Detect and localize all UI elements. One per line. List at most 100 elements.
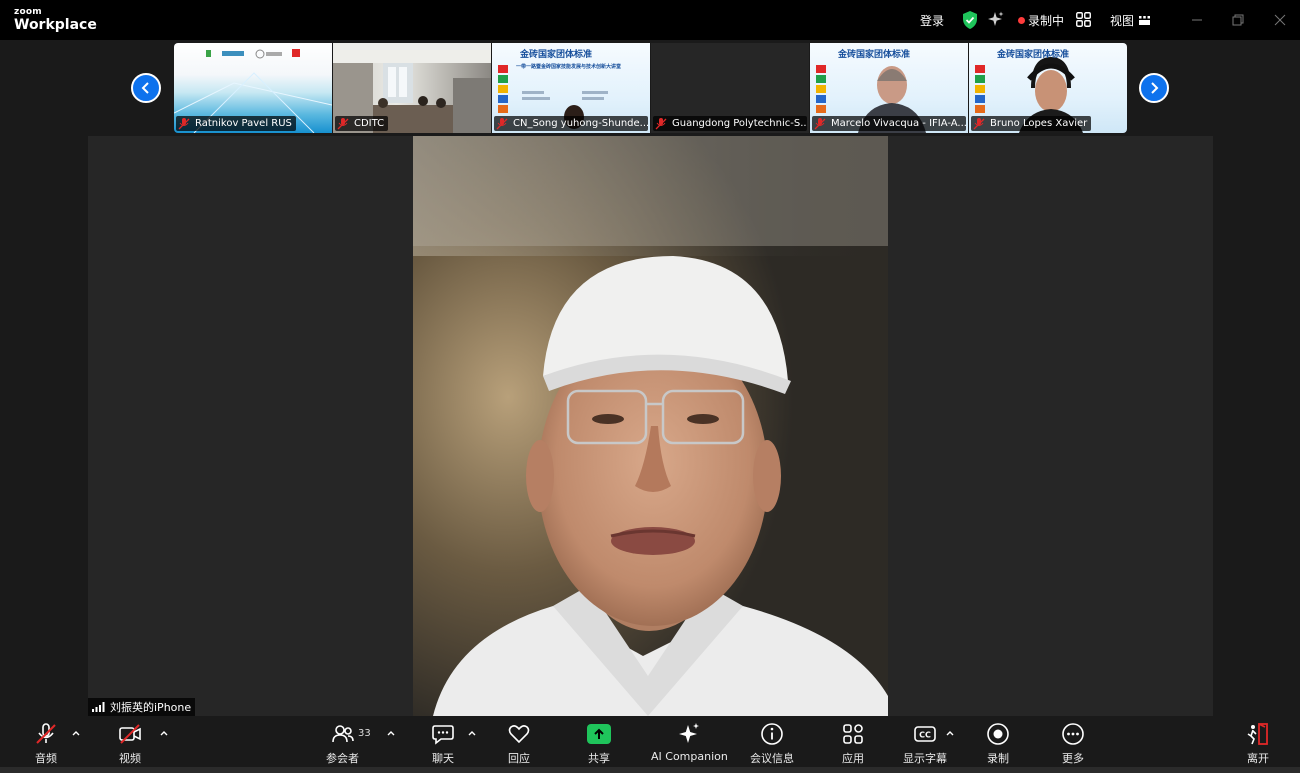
- slide-title: 金砖国家团体标准: [838, 50, 911, 60]
- view-menu-button[interactable]: 视图: [1110, 0, 1151, 40]
- minimize-icon[interactable]: [1187, 10, 1207, 30]
- signal-strength-icon: [92, 702, 105, 712]
- audio-options-chevron-icon[interactable]: [71, 728, 81, 738]
- view-grid-icon: [1139, 15, 1151, 25]
- chat-icon: [432, 725, 454, 745]
- participant-tile[interactable]: CDITC: [333, 43, 491, 133]
- close-icon[interactable]: [1270, 10, 1290, 30]
- gallery-layout-icon[interactable]: [1076, 12, 1091, 27]
- record-icon: [987, 723, 1009, 745]
- participants-label: 参会者: [326, 752, 359, 765]
- participant-name: Ratnikov Pavel RUS: [195, 118, 292, 129]
- chat-options-chevron-icon[interactable]: [467, 728, 477, 738]
- brand-workplace: Workplace: [14, 17, 97, 33]
- muted-mic-icon: [178, 117, 190, 129]
- participant-tile[interactable]: Guangdong Polytechnic-S...: [651, 43, 809, 133]
- speaker-video-frame: [413, 136, 888, 716]
- participant-name: Marcelo Vivacqua - IFIA-A...: [831, 118, 966, 129]
- participants-options-chevron-icon[interactable]: [386, 728, 396, 738]
- speaker-name-label: 刘振英的iPhone: [88, 698, 196, 716]
- leave-door-icon: [1247, 723, 1268, 745]
- speaker-name: 刘振英的iPhone: [110, 701, 192, 714]
- participant-name: Bruno Lopes Xavier: [990, 118, 1088, 129]
- app-logo: zoom Workplace: [14, 8, 97, 33]
- participant-count: 33: [358, 728, 371, 739]
- participant-name: CN_Song yuhong-Shunde...: [513, 118, 648, 129]
- muted-mic-icon: [337, 117, 349, 129]
- record-button[interactable]: 录制: [986, 722, 1010, 770]
- slide-title: 金砖国家团体标准: [520, 50, 593, 60]
- audio-label: 音频: [35, 752, 57, 765]
- gallery-previous-button[interactable]: [131, 73, 161, 103]
- participant-tile[interactable]: Ratnikov Pavel RUS: [174, 43, 332, 133]
- video-options-chevron-icon[interactable]: [159, 728, 169, 738]
- window-bottom-edge: [0, 767, 1300, 773]
- participant-name-badge: Ratnikov Pavel RUS: [176, 116, 296, 131]
- apps-label: 应用: [842, 752, 864, 765]
- participant-name-badge: CN_Song yuhong-Shunde...: [494, 116, 648, 131]
- participant-name-badge: Marcelo Vivacqua - IFIA-A...: [812, 116, 966, 131]
- info-icon: [761, 723, 783, 745]
- chat-label: 聊天: [432, 752, 454, 765]
- share-screen-icon: [587, 724, 611, 744]
- slide-subtitle: 一带一路暨金砖国家技能发展与技术创新大讲堂: [516, 64, 622, 70]
- ai-companion-sparkle-icon: [679, 723, 700, 743]
- restore-icon[interactable]: [1228, 10, 1248, 30]
- muted-mic-icon: [496, 117, 508, 129]
- login-button[interactable]: 登录: [920, 0, 944, 40]
- more-button[interactable]: 更多: [1061, 722, 1085, 770]
- active-speaker-stage: 刘振英的iPhone: [88, 136, 1213, 716]
- more-label: 更多: [1062, 752, 1084, 765]
- reactions-label: 回应: [508, 752, 530, 765]
- participant-tile[interactable]: 金砖国家团体标准 Marcelo Vivacqua - IFIA-A...: [810, 43, 968, 133]
- gallery-next-button[interactable]: [1139, 73, 1169, 103]
- apps-icon: [843, 724, 863, 744]
- meeting-info-label: 会议信息: [750, 752, 794, 765]
- share-label: 共享: [588, 752, 610, 765]
- participant-name: Guangdong Polytechnic-S...: [672, 118, 807, 129]
- more-ellipsis-icon: [1062, 723, 1084, 745]
- participant-tile[interactable]: 金砖国家团体标准 一带一路暨金砖国家技能发展与技术创新大讲堂 CN_Song y…: [492, 43, 650, 133]
- apps-button[interactable]: 应用: [841, 722, 865, 770]
- chevron-right-icon: [1151, 82, 1159, 94]
- meeting-info-button[interactable]: 会议信息: [750, 722, 794, 770]
- recording-indicator[interactable]: 录制中: [1018, 0, 1064, 40]
- captions-options-chevron-icon[interactable]: [945, 728, 955, 738]
- captions-button[interactable]: CC 显示字幕: [903, 722, 947, 770]
- heart-icon: [508, 725, 530, 744]
- participant-name: CDITC: [354, 118, 385, 129]
- participant-name-badge: Guangdong Polytechnic-S...: [653, 116, 807, 131]
- video-button[interactable]: 视频: [118, 722, 142, 770]
- security-shield-icon[interactable]: [962, 11, 978, 29]
- reactions-button[interactable]: 回应: [507, 722, 531, 770]
- participant-tile[interactable]: 金砖国家团体标准 Bruno Lopes Xavier: [969, 43, 1127, 133]
- record-label: 录制: [987, 752, 1009, 765]
- participant-name-badge: CDITC: [335, 116, 389, 131]
- svg-text:CC: CC: [919, 731, 931, 740]
- video-off-icon: [119, 724, 141, 744]
- audio-button[interactable]: 音频: [34, 722, 58, 770]
- ai-sparkle-icon[interactable]: [987, 11, 1004, 28]
- participants-icon: [331, 725, 354, 743]
- leave-label: 离开: [1247, 752, 1269, 765]
- view-label: 视图: [1110, 13, 1135, 28]
- share-screen-button[interactable]: 共享: [587, 722, 611, 770]
- ai-companion-button[interactable]: AI Companion: [651, 722, 728, 770]
- participant-name-badge: Bruno Lopes Xavier: [971, 116, 1092, 131]
- meeting-toolbar: 音频 视频 参会者 33 聊天 回应 共享 AI Companion 会议信息 …: [0, 716, 1300, 773]
- captions-label: 显示字幕: [903, 752, 947, 765]
- muted-mic-icon: [814, 117, 826, 129]
- slide-title: 金砖国家团体标准: [997, 50, 1070, 60]
- closed-captions-icon: CC: [914, 726, 936, 742]
- leave-meeting-button[interactable]: 离开: [1246, 722, 1270, 770]
- ai-companion-label: AI Companion: [651, 750, 728, 763]
- chevron-left-icon: [141, 82, 149, 94]
- participant-gallery-strip: Ratnikov Pavel RUS CDITC 金砖国家团体标准 一带一路暨金…: [0, 40, 1300, 136]
- muted-mic-icon: [655, 117, 667, 129]
- video-label: 视频: [119, 752, 141, 765]
- participants-button[interactable]: 参会者: [326, 722, 359, 770]
- recording-dot-icon: [1018, 16, 1025, 24]
- active-speaker-video[interactable]: [413, 136, 888, 716]
- chat-button[interactable]: 聊天: [431, 722, 455, 770]
- title-bar: zoom Workplace 登录 录制中 视图: [0, 0, 1300, 40]
